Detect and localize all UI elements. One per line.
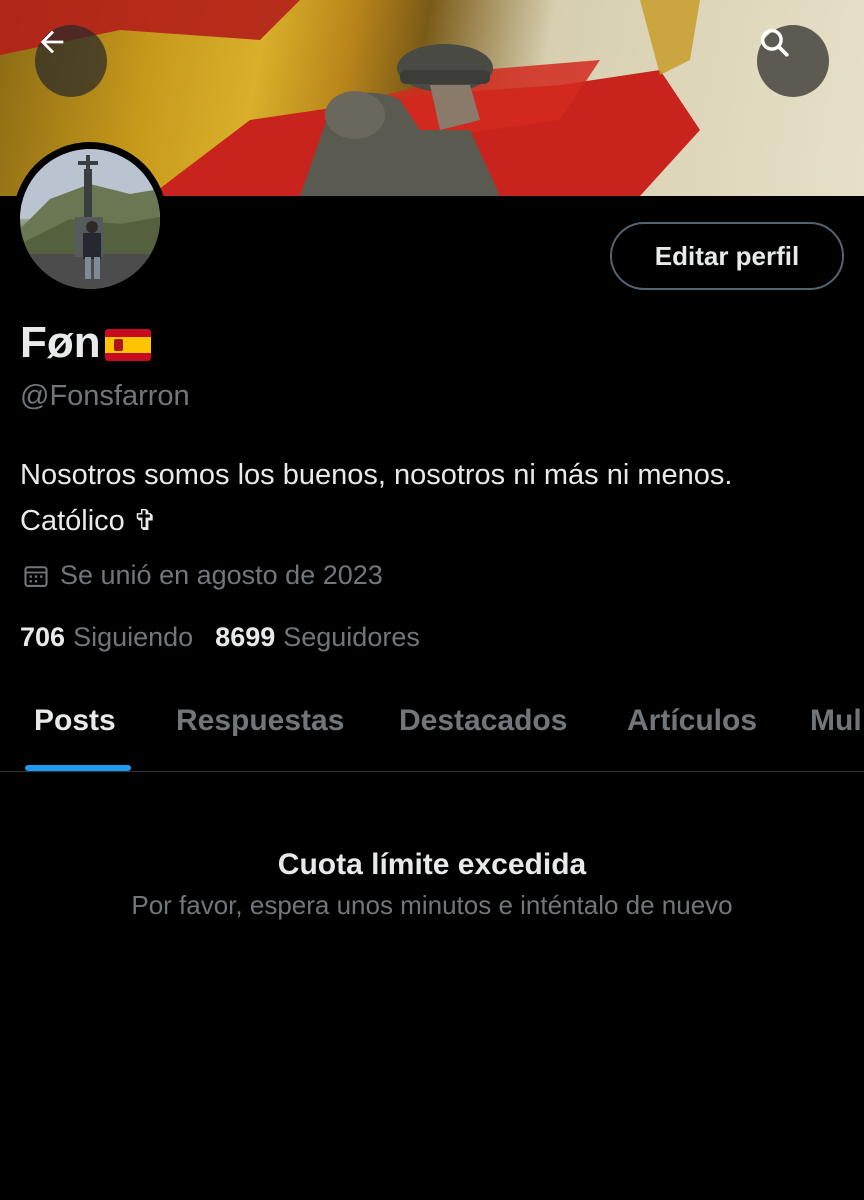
calendar-icon <box>24 565 48 587</box>
following-label: Siguiendo <box>73 622 194 652</box>
error-title: Cuota límite excedida <box>277 848 587 881</box>
avatar-photo <box>20 149 160 289</box>
display-name-text: Føn <box>20 318 101 367</box>
arrow-left-icon <box>40 30 64 54</box>
bio-line: Católico ✞ <box>20 505 158 537</box>
spain-flag-icon <box>104 329 151 361</box>
error-subtitle: Por favor, espera unos minutos e inténta… <box>131 890 733 920</box>
avatar[interactable] <box>20 149 160 289</box>
profile-page: Editar perfil Føn @Fonsfarron Nosotros s… <box>0 0 864 1200</box>
following-count: 706 <box>20 622 66 652</box>
back-button[interactable] <box>35 25 107 97</box>
tab-articulos[interactable]: Artículos <box>627 704 757 738</box>
search-icon <box>760 28 789 57</box>
joined-date: Se unió en agosto de 2023 <box>22 560 383 591</box>
tab-respuestas[interactable]: Respuestas <box>176 704 344 738</box>
followers-label: Seguidores <box>283 622 420 652</box>
tab-destacados[interactable]: Destacados <box>399 704 567 738</box>
profile-bio: Nosotros somos los buenos, nosotros ni m… <box>20 452 850 544</box>
search-button[interactable] <box>757 25 829 97</box>
follow-stats: 706 Siguiendo 8699 Seguidores <box>20 622 420 653</box>
tab-posts[interactable]: Posts <box>34 704 116 738</box>
edit-profile-button[interactable]: Editar perfil <box>610 222 844 290</box>
joined-text: Se unió en agosto de 2023 <box>60 560 383 590</box>
tab-multimedia[interactable]: Mul <box>810 704 862 738</box>
display-name: Føn <box>20 318 151 368</box>
profile-tabs: Posts Respuestas Destacados Artículos Mu… <box>0 682 864 772</box>
followers-count: 8699 <box>215 622 276 652</box>
active-tab-indicator <box>25 765 131 771</box>
avatar-ring[interactable] <box>13 142 167 296</box>
bio-line: Nosotros somos los buenos, nosotros ni m… <box>20 459 733 491</box>
following-link[interactable]: 706 Siguiendo <box>20 622 193 653</box>
followers-link[interactable]: 8699 Seguidores <box>215 622 420 653</box>
profile-handle: @Fonsfarron <box>20 380 190 412</box>
